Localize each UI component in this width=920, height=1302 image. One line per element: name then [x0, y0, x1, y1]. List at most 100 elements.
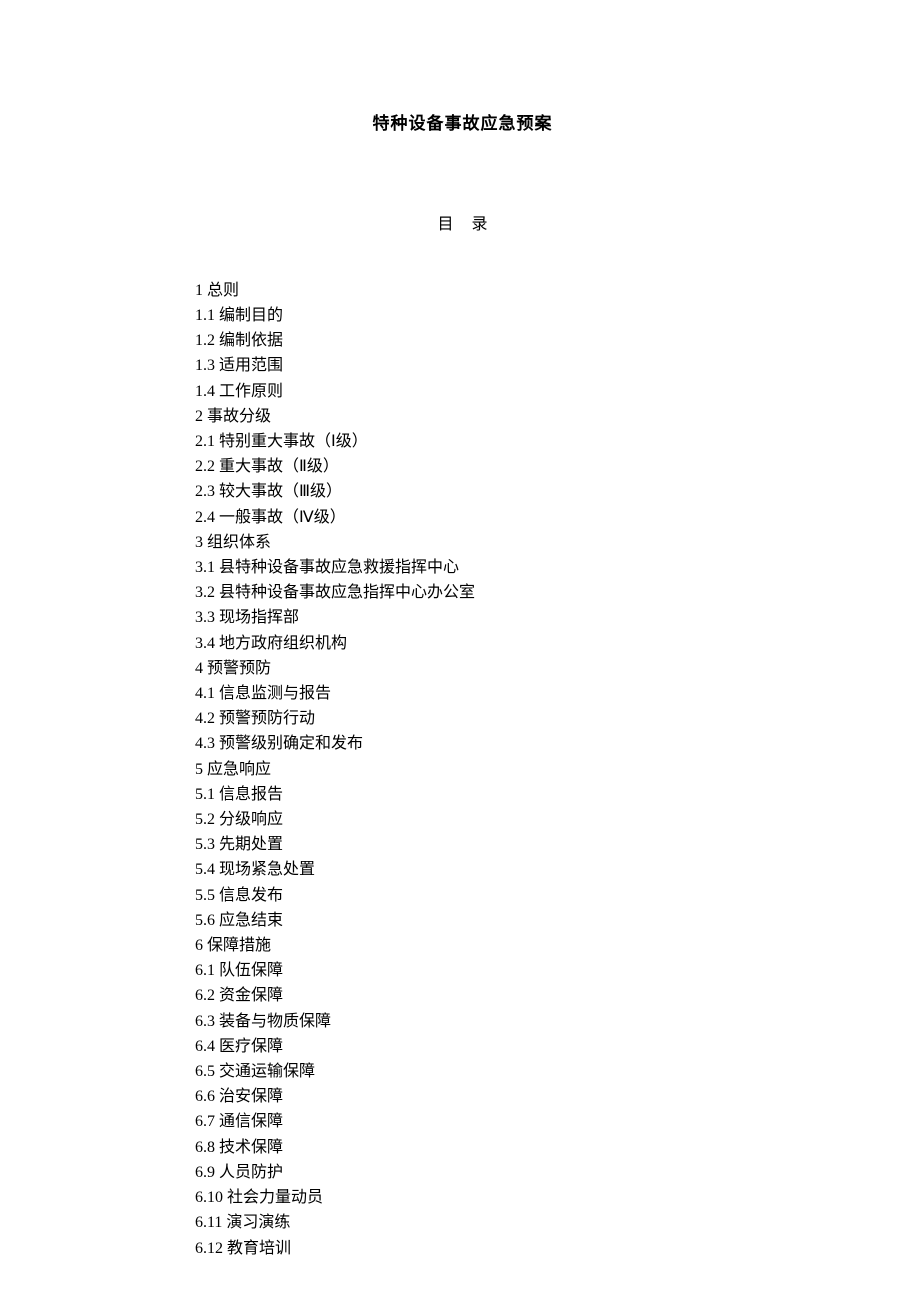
toc-item-text: 适用范围	[219, 357, 283, 374]
toc-item-text: 保障措施	[207, 937, 271, 954]
toc-item-text: 总则	[207, 282, 239, 299]
toc-item-number: 3.2	[195, 584, 215, 601]
toc-item-number: 6	[195, 937, 203, 954]
toc-item: 3.3现场指挥部	[195, 605, 730, 630]
toc-item-text: 现场紧急处置	[219, 861, 315, 878]
toc-item-number: 3.3	[195, 609, 215, 626]
toc-item-number: 2.3	[195, 483, 215, 500]
toc-item: 6.4医疗保障	[195, 1034, 730, 1059]
toc-item-text: 一般事故（Ⅳ级）	[219, 509, 346, 526]
toc-item: 1.1编制目的	[195, 303, 730, 328]
toc-item-text: 信息报告	[219, 786, 283, 803]
toc-item-number: 5.5	[195, 887, 215, 904]
toc-item: 6.10社会力量动员	[195, 1185, 730, 1210]
document-title: 特种设备事故应急预案	[195, 110, 730, 137]
toc-item: 5应急响应	[195, 757, 730, 782]
toc-item-number: 3.1	[195, 559, 215, 576]
toc-item: 2.2重大事故（Ⅱ级）	[195, 454, 730, 479]
toc-item-text: 较大事故（Ⅲ级）	[219, 483, 342, 500]
toc-item: 3.4地方政府组织机构	[195, 631, 730, 656]
toc-item-number: 5.4	[195, 861, 215, 878]
toc-item-text: 县特种设备事故应急救援指挥中心	[219, 559, 459, 576]
toc-item-text: 组织体系	[207, 534, 271, 551]
toc-item-text: 治安保障	[219, 1088, 283, 1105]
toc-item-number: 2	[195, 408, 203, 425]
toc-item-text: 地方政府组织机构	[219, 635, 347, 652]
toc-item-number: 2.2	[195, 458, 215, 475]
toc-item-number: 6.3	[195, 1013, 215, 1030]
toc-item-number: 6.7	[195, 1113, 215, 1130]
toc-item-text: 人员防护	[219, 1164, 283, 1181]
toc-item: 6.12教育培训	[195, 1236, 730, 1261]
toc-item: 1.3适用范围	[195, 353, 730, 378]
toc-item: 2.3较大事故（Ⅲ级）	[195, 479, 730, 504]
toc-item-number: 1.1	[195, 307, 215, 324]
toc-item: 6.5交通运输保障	[195, 1059, 730, 1084]
toc-item: 6保障措施	[195, 933, 730, 958]
toc-item-text: 工作原则	[219, 383, 283, 400]
toc-item-number: 3.4	[195, 635, 215, 652]
toc-item-text: 应急结束	[219, 912, 283, 929]
toc-item-text: 交通运输保障	[219, 1063, 315, 1080]
toc-item-text: 编制目的	[219, 307, 283, 324]
toc-item-number: 2.1	[195, 433, 215, 450]
toc-item: 1总则	[195, 278, 730, 303]
toc-item-number: 6.8	[195, 1139, 215, 1156]
toc-item-number: 5.6	[195, 912, 215, 929]
toc-item-number: 5.2	[195, 811, 215, 828]
toc-item-number: 4.3	[195, 735, 215, 752]
toc-item-text: 特别重大事故（Ⅰ级）	[219, 433, 368, 450]
toc-item-number: 5	[195, 761, 203, 778]
toc-item: 3组织体系	[195, 530, 730, 555]
toc-item: 6.6治安保障	[195, 1084, 730, 1109]
toc-item: 1.4工作原则	[195, 379, 730, 404]
toc-item-number: 3	[195, 534, 203, 551]
toc-item-text: 编制依据	[219, 332, 283, 349]
toc-item-number: 4	[195, 660, 203, 677]
toc-item-number: 6.2	[195, 987, 215, 1004]
toc-item: 6.7通信保障	[195, 1109, 730, 1134]
toc-list: 1总则1.1编制目的1.2编制依据1.3适用范围1.4工作原则2事故分级2.1特…	[195, 278, 730, 1261]
toc-item-number: 6.1	[195, 962, 215, 979]
toc-item-number: 6.12	[195, 1240, 223, 1257]
toc-item-number: 4.2	[195, 710, 215, 727]
toc-item-text: 技术保障	[219, 1139, 283, 1156]
toc-item: 5.4现场紧急处置	[195, 857, 730, 882]
toc-item-number: 1.3	[195, 357, 215, 374]
toc-item: 5.1信息报告	[195, 782, 730, 807]
toc-item-number: 2.4	[195, 509, 215, 526]
toc-item: 5.6应急结束	[195, 908, 730, 933]
toc-item-text: 通信保障	[219, 1113, 283, 1130]
toc-item: 6.11演习演练	[195, 1210, 730, 1235]
toc-item: 3.1县特种设备事故应急救援指挥中心	[195, 555, 730, 580]
toc-item: 4.2预警预防行动	[195, 706, 730, 731]
toc-item-text: 资金保障	[219, 987, 283, 1004]
toc-item-text: 预警预防	[207, 660, 271, 677]
toc-item-text: 信息监测与报告	[219, 685, 331, 702]
toc-item-text: 装备与物质保障	[219, 1013, 331, 1030]
toc-item: 1.2编制依据	[195, 328, 730, 353]
toc-item-text: 重大事故（Ⅱ级）	[219, 458, 339, 475]
toc-item-text: 预警级别确定和发布	[219, 735, 363, 752]
toc-item-text: 现场指挥部	[219, 609, 299, 626]
toc-item: 3.2县特种设备事故应急指挥中心办公室	[195, 580, 730, 605]
toc-item-text: 教育培训	[227, 1240, 291, 1257]
toc-item-text: 事故分级	[207, 408, 271, 425]
toc-item: 2事故分级	[195, 404, 730, 429]
toc-item-number: 5.3	[195, 836, 215, 853]
toc-item-text: 队伍保障	[219, 962, 283, 979]
toc-item-text: 应急响应	[207, 761, 271, 778]
toc-item: 6.8技术保障	[195, 1135, 730, 1160]
toc-item-number: 6.11	[195, 1214, 222, 1231]
toc-item-number: 5.1	[195, 786, 215, 803]
toc-item-number: 6.10	[195, 1189, 223, 1206]
toc-item: 5.3先期处置	[195, 832, 730, 857]
toc-item-text: 医疗保障	[219, 1038, 283, 1055]
toc-item-text: 社会力量动员	[227, 1189, 323, 1206]
toc-item-number: 1	[195, 282, 203, 299]
toc-item: 4.3预警级别确定和发布	[195, 731, 730, 756]
toc-item: 5.5信息发布	[195, 883, 730, 908]
toc-label: 目录	[195, 212, 730, 238]
toc-item: 2.4一般事故（Ⅳ级）	[195, 505, 730, 530]
toc-item: 5.2分级响应	[195, 807, 730, 832]
